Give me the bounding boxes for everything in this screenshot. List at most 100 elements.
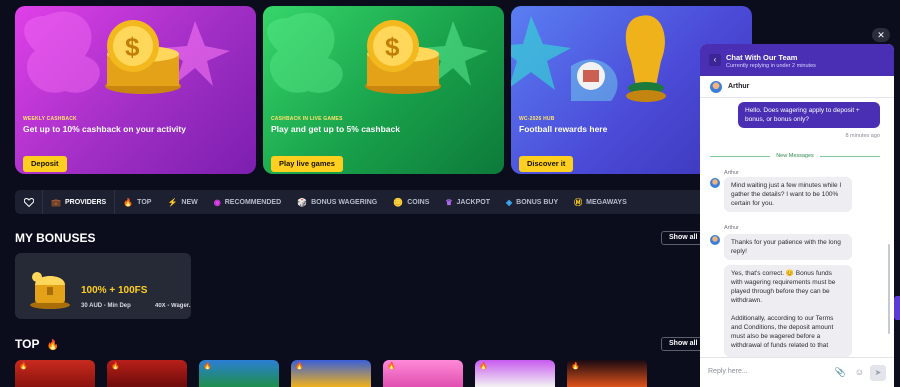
top-show-all-button[interactable]: Show all bbox=[661, 337, 706, 351]
bonus-card[interactable]: 100% + 100FS 30 AUD - Min Dep 40X - Wage… bbox=[15, 253, 191, 319]
m-icon: Ⓜ bbox=[574, 197, 583, 207]
play-live-games-button[interactable]: Play live games bbox=[271, 156, 343, 172]
my-bonuses-title: MY BONUSES bbox=[15, 231, 96, 245]
heart-icon bbox=[23, 197, 34, 207]
category-jackpot[interactable]: ♛ JACKPOT bbox=[437, 190, 498, 214]
divider-line bbox=[710, 155, 771, 157]
category-label: COINS bbox=[407, 198, 430, 206]
category-label: BONUS BUY bbox=[516, 198, 559, 206]
side-tab[interactable] bbox=[894, 296, 900, 320]
promo-card-weekly-cashback[interactable]: $ WEEKLY CASHBACK Get up to 10% cashback… bbox=[15, 6, 256, 174]
category-bonus-wagering[interactable]: 🎲 BONUS WAGERING bbox=[289, 190, 385, 214]
game-tile[interactable]: 🔥 bbox=[475, 360, 555, 387]
close-chat-button[interactable]: ✕ bbox=[872, 28, 890, 42]
game-tile[interactable]: 🔥 bbox=[383, 360, 463, 387]
bonus-min-deposit: 30 AUD - Min Dep bbox=[81, 303, 131, 309]
divider-line bbox=[819, 155, 881, 157]
avatar bbox=[710, 178, 720, 188]
divider-label: New Messages bbox=[776, 153, 814, 159]
reply-input[interactable]: Reply here... bbox=[708, 368, 748, 375]
incoming-message: Mind waiting just a few minutes while I … bbox=[724, 177, 852, 212]
chat-input-bar: Reply here... 📎 ☺ ➤ bbox=[700, 357, 894, 387]
fire-icon: 🔥 bbox=[387, 363, 396, 370]
promo-title: Play and get up to 5% cashback bbox=[271, 124, 400, 134]
category-bonus-buy[interactable]: ◈ BONUS BUY bbox=[498, 190, 566, 214]
promo-card-live-cashback[interactable]: $ CASHBACK IN LIVE GAMES Play and get up… bbox=[263, 6, 504, 174]
back-button[interactable]: ‹ bbox=[709, 54, 721, 66]
game-tile[interactable]: 🔥 bbox=[291, 360, 371, 387]
coin-icon: 🪙 bbox=[393, 197, 404, 207]
chat-widget: ‹ Chat With Our Team Currently replying … bbox=[700, 44, 894, 387]
game-tile[interactable]: 🔥 bbox=[15, 360, 95, 387]
crown-icon: ♛ bbox=[445, 197, 453, 207]
paperclip-icon[interactable]: 📎 bbox=[835, 367, 846, 378]
promo-art-coins: $ bbox=[263, 6, 504, 106]
avatar bbox=[710, 235, 720, 245]
top-section-title: TOP 🔥 bbox=[15, 337, 59, 351]
promo-kicker: CASHBACK IN LIVE GAMES bbox=[271, 116, 343, 122]
discover-it-button[interactable]: Discover it bbox=[519, 156, 574, 172]
lightning-icon: ⚡ bbox=[167, 197, 178, 207]
category-label: NEW bbox=[181, 198, 198, 206]
fire-icon: 🔥 bbox=[479, 363, 488, 370]
chat-scrollbar[interactable] bbox=[888, 244, 890, 334]
message-paragraph: Additionally, according to our Terms and… bbox=[731, 315, 834, 349]
fire-icon: 🔥 bbox=[295, 363, 304, 370]
bonuses-show-all-button[interactable]: Show all bbox=[661, 231, 706, 245]
deposit-button[interactable]: Deposit bbox=[23, 156, 67, 172]
new-messages-divider: New Messages bbox=[710, 151, 881, 161]
gem-icon: ◈ bbox=[505, 197, 513, 207]
fire-icon: 🔥 bbox=[111, 363, 120, 370]
category-megaways[interactable]: Ⓜ MEGAWAYS bbox=[566, 190, 635, 214]
game-tiles-row: 🔥 🔥 🔥 🔥 🔥 🔥 🔥 bbox=[15, 360, 647, 387]
chat-header: ‹ Chat With Our Team Currently replying … bbox=[700, 44, 894, 76]
category-new[interactable]: ⚡ NEW bbox=[159, 190, 205, 214]
emoji-icon[interactable]: ☺ bbox=[855, 367, 864, 377]
incoming-message: Thanks for your patience with the long r… bbox=[724, 234, 852, 260]
treasure-chest-icon bbox=[30, 272, 70, 309]
category-recommended[interactable]: ◉ RECOMMENDED bbox=[206, 190, 289, 214]
close-icon: ✕ bbox=[877, 30, 885, 40]
chevron-left-icon: ‹ bbox=[713, 55, 717, 64]
category-label: JACKPOT bbox=[456, 198, 490, 206]
category-label: TOP bbox=[137, 198, 152, 206]
incoming-message: Yes, that's correct. 😊 Bonus funds with … bbox=[724, 265, 852, 357]
message-paragraph: Yes, that's correct. 😊 Bonus funds with … bbox=[731, 270, 836, 304]
top-title-text: TOP bbox=[15, 337, 40, 351]
category-top[interactable]: 🔥 TOP bbox=[115, 190, 159, 214]
game-tile[interactable]: 🔥 bbox=[199, 360, 279, 387]
bonus-wager: 40X - Wager... bbox=[155, 303, 191, 309]
category-bar: 💼 PROVIDERS 🔥 TOP ⚡ NEW ◉ RECOMMENDED 🎲 … bbox=[15, 190, 705, 214]
svg-text:$: $ bbox=[385, 32, 400, 62]
badge-icon: ◉ bbox=[213, 197, 221, 207]
fire-icon: 🔥 bbox=[46, 340, 60, 351]
category-label: RECOMMENDED bbox=[224, 198, 282, 206]
category-coins[interactable]: 🪙 COINS bbox=[385, 190, 437, 214]
avatar bbox=[710, 80, 722, 93]
svg-text:$: $ bbox=[125, 32, 140, 62]
promo-art-coins: $ bbox=[15, 6, 256, 106]
agent-bar: Arthur bbox=[700, 76, 894, 98]
chat-subtitle: Currently replying in under 2 minutes bbox=[726, 63, 816, 69]
send-button[interactable]: ➤ bbox=[870, 365, 886, 381]
promo-title: Football rewards here bbox=[519, 124, 608, 134]
message-sender: Arthur bbox=[724, 225, 739, 231]
category-label: MEGAWAYS bbox=[586, 198, 627, 206]
category-label: BONUS WAGERING bbox=[311, 198, 378, 206]
game-tile[interactable]: 🔥 bbox=[567, 360, 647, 387]
bonus-amount: 100% + 100FS bbox=[81, 285, 148, 296]
promo-kicker: WEEKLY CASHBACK bbox=[23, 116, 77, 122]
fire-icon: 🔥 bbox=[19, 363, 28, 370]
agent-name: Arthur bbox=[728, 83, 750, 90]
briefcase-icon: 💼 bbox=[51, 197, 61, 207]
message-sender: Arthur bbox=[724, 170, 739, 176]
message-timestamp: 8 minutes ago bbox=[845, 133, 880, 139]
category-label: PROVIDERS bbox=[64, 198, 107, 206]
category-providers[interactable]: 💼 PROVIDERS bbox=[43, 190, 116, 214]
fire-icon: 🔥 bbox=[123, 197, 134, 207]
send-icon: ➤ bbox=[874, 368, 882, 377]
game-tile[interactable]: 🔥 bbox=[107, 360, 187, 387]
promo-title: Get up to 10% cashback on your activity bbox=[23, 124, 186, 134]
favorites-button[interactable] bbox=[15, 190, 43, 214]
promo-kicker: WC-2026 HUB bbox=[519, 116, 555, 122]
